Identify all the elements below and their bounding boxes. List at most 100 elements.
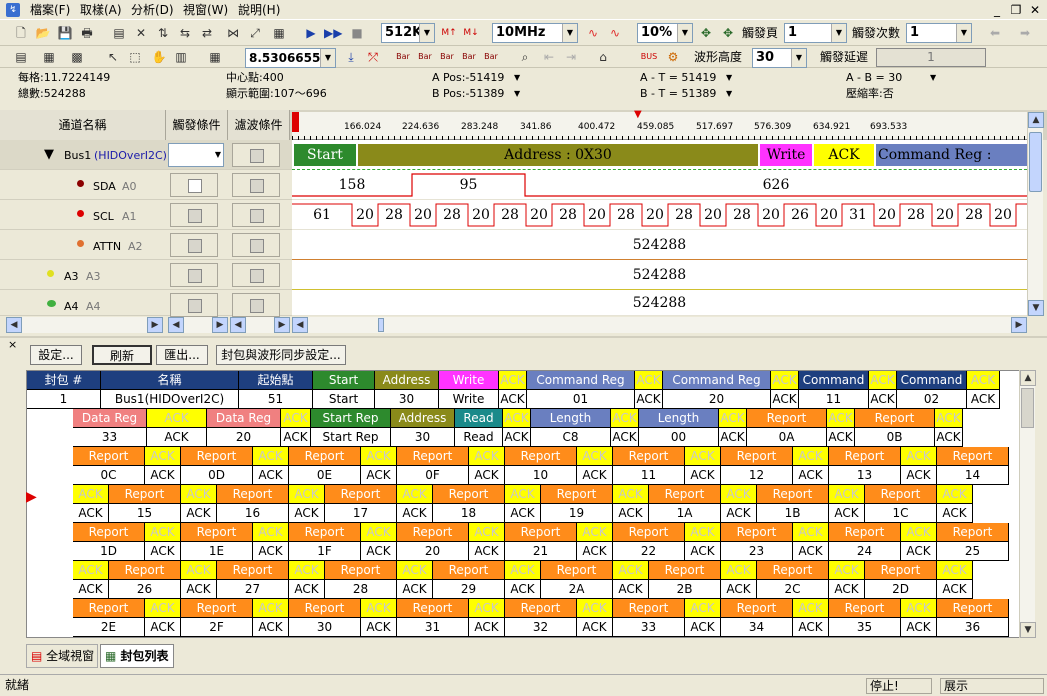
restore-button[interactable]: ❐ [1009, 2, 1023, 18]
packet-field-header[interactable]: ACK [397, 485, 433, 504]
packet-field-value[interactable]: 2A [541, 580, 613, 599]
binoculars-icon[interactable]: ⌕ [516, 48, 534, 66]
packet-field-header[interactable]: Write [439, 371, 499, 390]
packet-field-header[interactable]: Command [897, 371, 967, 390]
packet-field-value[interactable]: 17 [325, 504, 397, 523]
packet-field-value[interactable]: 0C [73, 466, 145, 485]
packet-field-value[interactable]: ACK [793, 466, 829, 485]
packet-field-header[interactable]: Report [613, 447, 685, 466]
packet-name-cell[interactable]: Bus1(HIDOverI2C) [101, 390, 239, 409]
packet-field-header[interactable]: ACK [361, 523, 397, 542]
packet-field-value[interactable]: 20 [663, 390, 771, 409]
packet-field-header[interactable]: Report [829, 447, 901, 466]
run-once-icon[interactable]: ▶ [302, 24, 320, 42]
packet-field-value[interactable]: ACK [281, 428, 311, 447]
menu-help[interactable]: 說明(H) [238, 2, 280, 18]
packet-field-value[interactable]: ACK [73, 580, 109, 599]
packet-field-value[interactable]: ACK [937, 580, 973, 599]
packet-field-value[interactable]: ACK [469, 542, 505, 561]
wave-height-select[interactable]: 30 ▼ [752, 48, 807, 68]
packet-field-header[interactable]: ACK [901, 599, 937, 618]
packet-field-header[interactable]: ACK [469, 599, 505, 618]
packet-field-header[interactable]: ACK [469, 447, 505, 466]
packet-field-header[interactable]: ACK [901, 447, 937, 466]
packet-field-value[interactable]: ACK [829, 580, 865, 599]
packet-field-value[interactable]: ACK [967, 390, 1000, 409]
zoom-out-icon[interactable]: ✥ [719, 24, 737, 42]
bus-segment-write[interactable]: Write [760, 144, 812, 166]
channel-setup-icon[interactable]: ▤ [110, 24, 128, 42]
a4-trigger-box[interactable] [170, 293, 218, 317]
bus-segment-command-reg[interactable]: Command Reg : 0X01 [876, 144, 1027, 166]
packet-field-value[interactable]: ACK [685, 466, 721, 485]
packet-field-header[interactable]: Start [313, 371, 375, 390]
settings-button[interactable]: 設定... [30, 345, 82, 365]
next-page-icon[interactable]: ➡ [1016, 24, 1034, 42]
sda-trigger-box[interactable] [170, 173, 218, 197]
packet-field-header[interactable]: ACK [145, 447, 181, 466]
packet-start-cell[interactable]: 51 [239, 390, 313, 409]
a-b-dropdown-icon[interactable]: ▼ [930, 71, 936, 84]
packet-field-value[interactable]: 15 [109, 504, 181, 523]
packet-field-value[interactable]: 0E [289, 466, 361, 485]
packet-field-header[interactable]: Report [325, 561, 397, 580]
packet-field-value[interactable]: Read [455, 428, 503, 447]
channel-row-attn[interactable]: ATTN A2 [0, 230, 292, 260]
wave-scrollbar-h[interactable]: ◀ ▶ [292, 317, 1027, 333]
packet-field-header[interactable]: ACK [967, 371, 1000, 390]
packet-field-value[interactable]: ACK [577, 466, 613, 485]
packet-field-header[interactable]: Report [541, 485, 613, 504]
packet-field-value[interactable]: ACK [397, 504, 433, 523]
packet-field-value[interactable]: 36 [937, 618, 1009, 637]
packet-field-value[interactable]: 14 [937, 466, 1009, 485]
packet-field-value[interactable]: ACK [793, 542, 829, 561]
menu-window[interactable]: 視窗(W) [183, 2, 228, 18]
packet-field-header[interactable]: Report [73, 599, 145, 618]
bus-segment-address[interactable]: Address : 0X30 [358, 144, 758, 166]
packet-field-header[interactable]: ACK [935, 409, 963, 428]
packet-field-header[interactable]: Report [505, 523, 577, 542]
bus-filter-box[interactable] [232, 143, 280, 167]
packet-field-header[interactable]: Report [181, 599, 253, 618]
packet-field-value[interactable]: ACK [469, 466, 505, 485]
cursor-swap-icon[interactable]: ⤱ [364, 48, 382, 66]
packet-field-value[interactable]: ACK [147, 428, 207, 447]
packet-field-header[interactable]: ACK [73, 561, 109, 580]
packet-field-header[interactable]: ACK [181, 485, 217, 504]
packet-field-header[interactable]: Address [375, 371, 439, 390]
packet-field-value[interactable]: ACK [289, 580, 325, 599]
channel-row-a4[interactable]: A4 A4 [0, 290, 292, 317]
packet-field-header[interactable]: Report [73, 523, 145, 542]
packet-field-header[interactable]: ACK [829, 561, 865, 580]
a-t-dropdown-icon[interactable]: ▼ [726, 71, 732, 84]
tab-global-view[interactable]: ▤ 全域視窗 [26, 644, 98, 668]
bus-icon[interactable]: BUS [640, 48, 658, 66]
packet-field-header[interactable]: ACK [685, 599, 721, 618]
packet-field-value[interactable]: 2B [649, 580, 721, 599]
scroll-right-icon[interactable]: ▶ [1011, 317, 1027, 333]
packet-field-value[interactable]: 2F [181, 618, 253, 637]
bar-a-icon[interactable]: Bar [394, 48, 412, 66]
b-pos-dropdown-icon[interactable]: ▼ [514, 87, 520, 100]
packet-field-header[interactable]: Report [721, 599, 793, 618]
samples-up-icon[interactable]: M↑ [440, 24, 458, 42]
packet-field-value[interactable]: 29 [433, 580, 505, 599]
packet-field-header[interactable]: ACK [793, 523, 829, 542]
packet-field-header[interactable]: ACK [147, 409, 207, 428]
trigger-delay-field[interactable]: 1 [876, 48, 986, 67]
packet-field-value[interactable]: ACK [499, 390, 527, 409]
packet-field-value[interactable]: ACK [503, 428, 531, 447]
packet-field-value[interactable]: ACK [145, 542, 181, 561]
packet-field-value[interactable]: ACK [635, 390, 663, 409]
packet-field-header[interactable]: ACK [937, 485, 973, 504]
packet-field-header[interactable]: ACK [685, 447, 721, 466]
menu-file[interactable]: 檔案(F) [30, 2, 70, 18]
cursor-b-icon[interactable]: ⇄ [198, 24, 216, 42]
packet-field-header[interactable]: Report [937, 447, 1009, 466]
packet-field-value[interactable]: ACK [935, 428, 963, 447]
packet-name-header[interactable]: 名稱 [101, 371, 239, 390]
packet-field-value[interactable]: ACK [901, 618, 937, 637]
scroll-up-icon[interactable]: ▲ [1028, 112, 1044, 128]
frequency-select[interactable]: 10MHz ▼ [492, 23, 578, 43]
packet-field-header[interactable]: Report [649, 561, 721, 580]
